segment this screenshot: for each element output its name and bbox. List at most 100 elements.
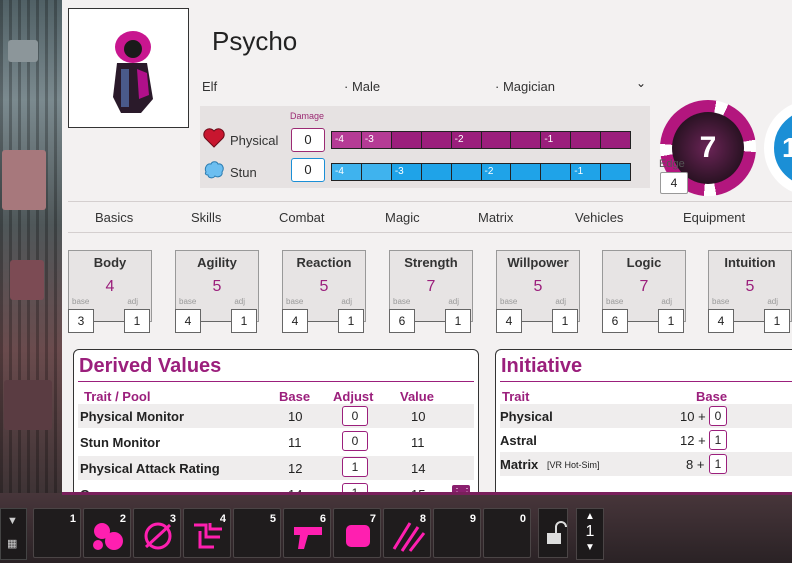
attribute-notch — [415, 321, 445, 334]
attribute-base-input[interactable]: 4 — [496, 309, 522, 333]
folder-icon[interactable]: ▦ — [7, 537, 17, 550]
stun-track-cell[interactable]: -4 — [332, 164, 362, 180]
physical-track-cell[interactable]: -3 — [361, 132, 392, 148]
stun-track-cell[interactable] — [421, 164, 452, 180]
attribute-adj-input[interactable]: 1 — [231, 309, 257, 333]
trait-adjust-input[interactable]: 0 — [342, 431, 368, 451]
physical-track-cell[interactable] — [481, 132, 512, 148]
brain-icon — [202, 158, 226, 182]
initiative-base: 12 + — [680, 433, 706, 448]
physical-track-cell[interactable] — [511, 132, 542, 148]
hotbar-slot[interactable]: 4 — [183, 508, 231, 558]
physical-damage-input[interactable]: 0 — [291, 128, 325, 152]
physical-track-cell[interactable]: -4 — [332, 132, 362, 148]
secondary-chip[interactable]: 1 — [764, 100, 792, 196]
attribute-base-input[interactable]: 6 — [389, 309, 415, 333]
attribute-base-input[interactable]: 4 — [708, 309, 734, 333]
hotbar-slot[interactable]: 7 — [333, 508, 381, 558]
stun-track-cell[interactable]: -2 — [481, 164, 512, 180]
hotbar-slot-key: 5 — [269, 513, 276, 525]
attribute-value: 5 — [533, 278, 543, 295]
hotbar-slot[interactable]: 3 — [133, 508, 181, 558]
tab-magic[interactable]: Magic — [385, 210, 420, 225]
physical-track-cell[interactable] — [601, 132, 631, 148]
column-header-trait: Trait — [502, 389, 530, 404]
caret-down-icon[interactable]: ▼ — [577, 542, 603, 553]
attribute-name: Body — [93, 255, 127, 270]
attribute-base-input[interactable]: 4 — [175, 309, 201, 333]
initiative-dice-input[interactable]: 1 — [709, 430, 727, 450]
grid-icon[interactable]: ⋮⋮ — [452, 485, 472, 492]
base-label: base — [72, 297, 90, 306]
hotbar-slot[interactable]: 8 — [383, 508, 431, 558]
hotbar-slot[interactable]: 1 — [33, 508, 81, 558]
stun-track-cell[interactable] — [451, 164, 482, 180]
attribute-adj-input[interactable]: 1 — [658, 309, 684, 333]
hotbar-slot[interactable]: 9 — [433, 508, 481, 558]
hotbar-slot[interactable]: 2 — [83, 508, 131, 558]
physical-track-cell[interactable]: -1 — [541, 132, 572, 148]
trait-adjust-input[interactable]: 0 — [342, 406, 368, 426]
adj-label: adj — [661, 297, 672, 306]
tab-vehicles[interactable]: Vehicles — [575, 210, 623, 225]
physical-damage-track[interactable]: -4 -3 -2 -1 — [331, 131, 631, 149]
stun-damage-input[interactable]: 0 — [291, 158, 325, 182]
initiative-dice-input[interactable]: 0 — [709, 406, 727, 426]
hotbar-lock[interactable] — [538, 508, 568, 558]
stun-track-cell[interactable] — [601, 164, 631, 180]
stun-track-cell[interactable]: -3 — [391, 164, 422, 180]
circuit-icon — [194, 523, 222, 549]
tab-equipment[interactable]: Equipment — [683, 210, 745, 225]
gender-field[interactable]: · Male — [344, 79, 380, 94]
trait-adjust-input[interactable]: 1 — [342, 457, 368, 477]
attribute-adj-input[interactable]: 1 — [338, 309, 364, 333]
metatype-field[interactable]: Elf — [202, 79, 217, 94]
edge-input[interactable]: 4 — [660, 172, 688, 194]
hotbar-page-number: 1 — [585, 523, 595, 540]
attribute-name: Willpower — [507, 255, 569, 270]
stun-damage-track[interactable]: -4 -3 -2 -1 — [331, 163, 631, 181]
tab-skills[interactable]: Skills — [191, 210, 221, 225]
attribute-card-intuition: Intuition 5 base adj 4 1 — [708, 250, 792, 334]
chevron-down-icon[interactable]: ⌄ — [636, 76, 646, 90]
attribute-adj-input[interactable]: 1 — [764, 309, 790, 333]
character-portrait[interactable] — [68, 8, 189, 128]
hotbar-slot[interactable]: 5 — [233, 508, 281, 558]
physical-track-cell[interactable]: -2 — [451, 132, 482, 148]
tab-combat[interactable]: Combat — [279, 210, 325, 225]
hotbar-slot[interactable]: 6 — [283, 508, 331, 558]
stun-track-cell[interactable] — [541, 164, 572, 180]
attribute-name: Reaction — [296, 255, 352, 270]
hotbar-slot[interactable]: 0 — [483, 508, 531, 558]
character-sheet: Psycho Elf · Male · Magician ⌄ Damage Ph… — [62, 0, 792, 495]
attribute-notch — [734, 321, 764, 334]
physical-track-cell[interactable] — [391, 132, 422, 148]
derived-values-title: Derived Values — [79, 355, 222, 377]
attribute-adj-input[interactable]: 1 — [552, 309, 578, 333]
initiative-note: [VR Hot-Sim] — [547, 460, 600, 470]
attribute-card-body: Body 4 base adj 3 1 — [68, 250, 152, 334]
stun-track-cell[interactable] — [511, 164, 542, 180]
tab-matrix[interactable]: Matrix — [478, 210, 513, 225]
attribute-base-input[interactable]: 6 — [602, 309, 628, 333]
physical-track-cell[interactable] — [571, 132, 602, 148]
character-name[interactable]: Psycho — [212, 26, 297, 57]
stun-track-cell[interactable] — [361, 164, 392, 180]
physical-track-cell[interactable] — [421, 132, 452, 148]
trait-base: 10 — [288, 409, 303, 424]
stun-track-cell[interactable]: -1 — [571, 164, 602, 180]
archetype-field[interactable]: · Magician — [495, 79, 555, 94]
attribute-adj-input[interactable]: 1 — [445, 309, 471, 333]
attribute-base-input[interactable]: 3 — [68, 309, 94, 333]
trait-value: 14 — [411, 461, 426, 476]
trait-name: Composure — [80, 487, 153, 495]
attribute-adj-input[interactable]: 1 — [124, 309, 150, 333]
trait-base: 14 — [288, 487, 303, 495]
trait-adjust-input[interactable]: 1 — [342, 483, 368, 492]
initiative-dice-input[interactable]: 1 — [709, 454, 727, 474]
attribute-notch — [308, 321, 338, 334]
tab-basics[interactable]: Basics — [95, 210, 133, 225]
attribute-base-input[interactable]: 4 — [282, 309, 308, 333]
caret-down-icon[interactable]: ▼ — [7, 515, 18, 527]
caret-up-icon[interactable]: ▲ — [577, 511, 603, 522]
